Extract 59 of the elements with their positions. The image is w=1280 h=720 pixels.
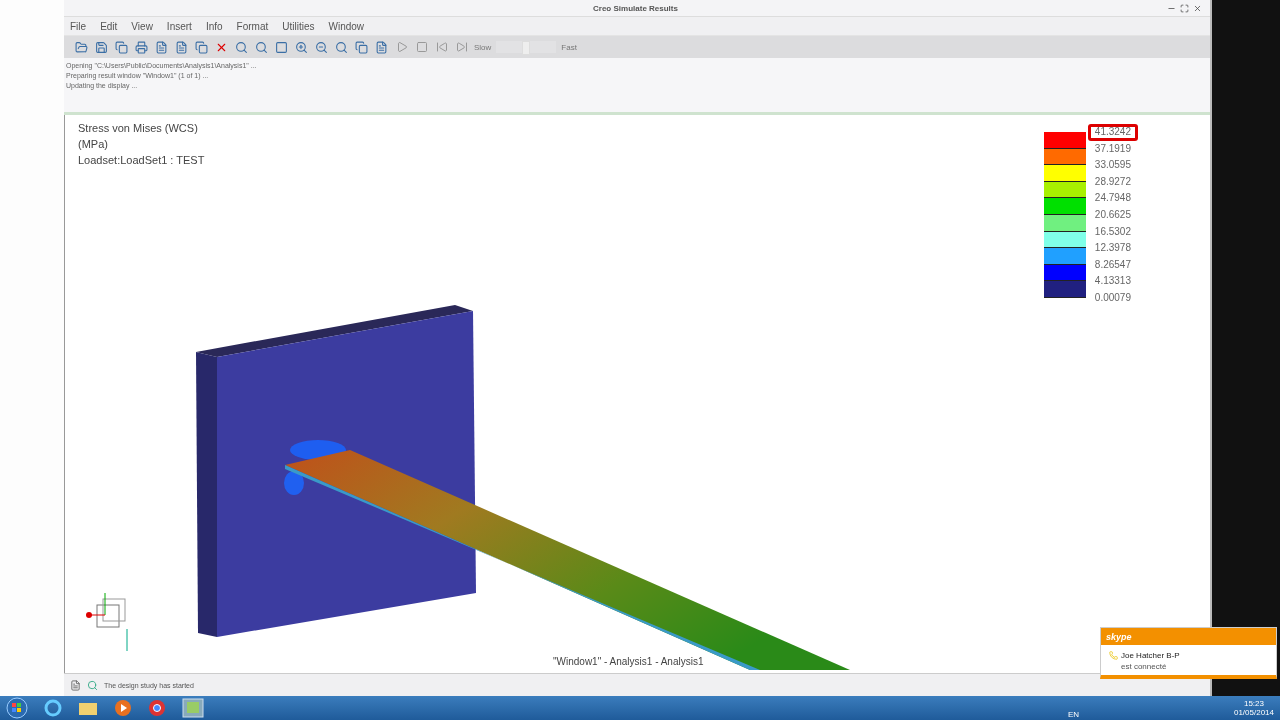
fast-label: Fast [561, 42, 577, 52]
browser-icon[interactable] [44, 699, 62, 717]
legend-value: 8.26547 [1093, 257, 1132, 272]
legend-value: 28.9272 [1093, 174, 1132, 189]
toolbar-icon[interactable] [74, 39, 89, 55]
menu-item[interactable]: View [131, 20, 153, 32]
toolbar-icon[interactable] [294, 39, 309, 55]
app-name: skype [1106, 631, 1132, 642]
phone-icon [1109, 651, 1118, 660]
legend-value: 24.7948 [1093, 191, 1132, 206]
legend-value: 33.0595 [1093, 158, 1132, 173]
maximize-icon[interactable] [1180, 3, 1189, 13]
status-icon[interactable] [70, 679, 81, 691]
menu-item[interactable]: Edit [100, 20, 118, 32]
menu-item[interactable]: Info [205, 20, 223, 32]
legend-value: 41.3242 [1087, 124, 1138, 141]
close-icon[interactable] [1193, 3, 1202, 13]
clock-time: 15:23 [1243, 699, 1264, 708]
toolbar-icon[interactable] [194, 39, 209, 55]
menu-item[interactable]: Format [236, 20, 269, 32]
menu-item[interactable]: File [70, 20, 87, 32]
legend-value: 37.1919 [1093, 141, 1132, 156]
toolbar-icon[interactable] [254, 39, 269, 55]
result-label: Stress von Mises (WCS) [78, 121, 199, 136]
toolbar-icon[interactable] [234, 39, 249, 55]
window-title: Creo Simulate Results [592, 3, 678, 13]
contact-name: Joe Hatcher B-P [1121, 651, 1181, 660]
skip-back-icon[interactable] [434, 39, 449, 55]
legend-value: 0.00079 [1093, 290, 1132, 305]
toolbar-icon[interactable] [334, 39, 349, 55]
toolbar-icon[interactable] [94, 39, 109, 55]
language-indicator[interactable]: EN [1068, 710, 1080, 719]
toolbar-icon[interactable] [374, 39, 389, 55]
clock-date: 01/05/2014 [1233, 708, 1274, 717]
result-label: Loadset:LoadSet1 : TEST [78, 153, 205, 168]
result-label: (MPa) [78, 137, 109, 152]
skip-forward-icon[interactable] [454, 39, 469, 55]
menu-item[interactable]: Window [328, 20, 365, 32]
toolbar-icon[interactable] [154, 39, 169, 55]
legend-value: 4.13313 [1093, 274, 1132, 289]
start-icon[interactable] [6, 697, 28, 719]
media-icon[interactable] [114, 699, 132, 717]
legend-value: 16.5302 [1093, 224, 1132, 239]
toolbar-icon[interactable] [174, 39, 189, 55]
toolbar-icon[interactable] [274, 39, 289, 55]
window-caption: "Window1" - Analysis1 - Analysis1 [553, 656, 704, 667]
folder-icon[interactable] [78, 700, 98, 716]
toolbar-icon[interactable] [354, 39, 369, 55]
notification-message: est connecté [1121, 662, 1168, 671]
toolbar-icon[interactable] [314, 39, 329, 55]
menu-item[interactable]: Utilities [282, 20, 315, 32]
legend-value: 20.6625 [1093, 207, 1132, 222]
stop-icon[interactable] [414, 39, 429, 55]
toolbar-icon[interactable] [114, 39, 129, 55]
legend-value: 12.3978 [1093, 241, 1132, 256]
toolbar-icon[interactable] [134, 39, 149, 55]
menu-item[interactable]: Insert [166, 20, 192, 32]
status-icon[interactable] [87, 679, 98, 691]
slow-label: Slow [474, 42, 492, 52]
